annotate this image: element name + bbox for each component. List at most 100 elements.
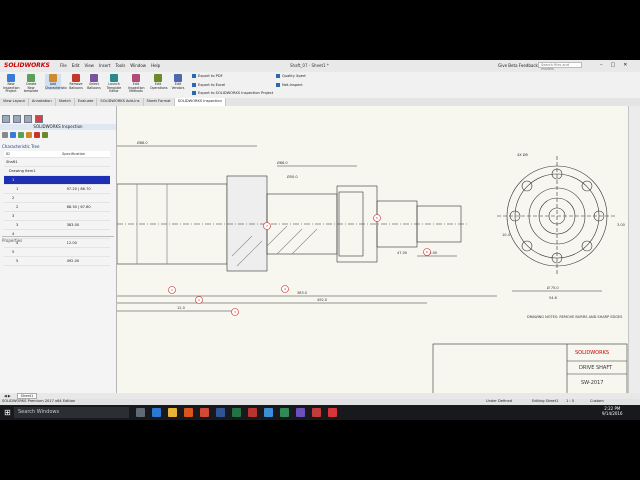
table-row[interactable]: 2 xyxy=(4,194,110,203)
menu-insert[interactable]: Insert xyxy=(99,63,110,68)
balloon[interactable]: 3 xyxy=(231,308,239,316)
table-row[interactable]: 5 492.00 xyxy=(4,257,110,266)
dimension-label[interactable]: Ø50.0 xyxy=(287,174,298,179)
taskbar-search[interactable]: Search Windows xyxy=(14,407,129,418)
dimension-label[interactable]: Ø68.0 xyxy=(277,160,288,165)
refresh-icon[interactable] xyxy=(18,132,24,138)
table-row[interactable]: 2 68.30 | 67.80 xyxy=(4,203,110,212)
tab-view-layout[interactable]: View Layout xyxy=(0,98,29,106)
menu-tools[interactable]: Tools xyxy=(115,63,125,68)
balloon[interactable]: 4 xyxy=(281,285,289,293)
edit-vendors-button[interactable]: Edit Vendors xyxy=(170,74,186,90)
excel-icon[interactable] xyxy=(232,408,241,417)
inspection-tab-icon[interactable] xyxy=(35,115,43,123)
table-row[interactable]: 1 97.20 | 86.70 xyxy=(4,185,110,194)
maximize-icon[interactable]: □ xyxy=(611,62,616,68)
tab-addins[interactable]: SOLIDWORKS Add-Ins xyxy=(97,98,144,106)
launch-template-editor-button[interactable]: Launch Template Editor xyxy=(106,74,122,94)
menu-help[interactable]: Help xyxy=(151,63,160,68)
tab-sheet-format[interactable]: Sheet Format xyxy=(144,98,175,106)
minimize-icon[interactable]: – xyxy=(600,62,603,68)
add-characteristic-button[interactable]: Add Characteristic xyxy=(45,74,67,91)
balloon[interactable]: 1 xyxy=(168,286,176,294)
solidworks-taskbar-icon[interactable] xyxy=(312,408,321,417)
edit-inspection-methods-button[interactable]: Edit Inspection Methods xyxy=(128,74,144,94)
app-icon[interactable] xyxy=(280,408,289,417)
table-row[interactable]: 1 xyxy=(4,176,110,185)
powerpoint-icon[interactable] xyxy=(200,408,209,417)
menu-window[interactable]: Window xyxy=(130,63,146,68)
specification-column-header[interactable]: Specification xyxy=(62,152,110,156)
svg-text:6: 6 xyxy=(426,250,428,254)
balloon[interactable]: 2 xyxy=(195,296,203,304)
status-units[interactable]: Custom xyxy=(590,399,604,403)
edge-icon[interactable] xyxy=(152,408,161,417)
dimension-label[interactable]: 10.4 xyxy=(502,233,511,237)
menu-view[interactable]: View xyxy=(84,63,94,68)
collapse-icon[interactable] xyxy=(2,132,8,138)
characteristic-table: ID Specification Shaft1 Drawing Item1 1 … xyxy=(4,151,110,266)
menu-edit[interactable]: Edit xyxy=(72,63,80,68)
edit-operations-button[interactable]: Edit Operations xyxy=(150,74,168,90)
dimension-label[interactable]: 54.6 xyxy=(549,296,557,300)
feature-tree-tab-icon[interactable] xyxy=(2,115,10,123)
sheet-nav-icon[interactable]: ◀ ▶ xyxy=(4,394,11,398)
bolt-hole xyxy=(521,180,533,192)
tab-annotation[interactable]: Annotation xyxy=(29,98,56,106)
balloon[interactable]: 6 xyxy=(423,248,431,256)
id-column-header[interactable]: ID xyxy=(4,152,62,156)
menu-file[interactable]: File xyxy=(60,63,67,68)
remove-balloons-button[interactable]: Remove Balloons xyxy=(68,74,84,90)
dimension-label[interactable]: 12.0 xyxy=(177,306,185,310)
tab-solidworks-inspection[interactable]: SOLIDWORKS Inspection xyxy=(174,98,226,106)
acrobat-icon[interactable] xyxy=(248,408,257,417)
close-icon[interactable]: ✕ xyxy=(623,62,627,68)
vertical-toolbar[interactable] xyxy=(628,106,640,398)
template-editor-icon xyxy=(110,74,118,82)
taskbar-clock[interactable]: 2:22 PM 9/14/2016 xyxy=(602,406,623,416)
dimension-label[interactable]: 383.0 xyxy=(297,291,307,295)
property-tab-icon[interactable] xyxy=(13,115,21,123)
info-icon[interactable] xyxy=(10,132,16,138)
search-input[interactable]: Search files and models xyxy=(538,62,582,71)
create-template-button[interactable]: Create New template xyxy=(23,74,39,94)
settings-icon[interactable] xyxy=(42,132,48,138)
dimension-label[interactable]: 47.00 xyxy=(397,251,407,255)
drawing-canvas[interactable]: Ø88.0 Ø68.0 Ø50.0 4X Ø8 383.0 12.0 492.0… xyxy=(116,106,628,398)
dimension-label[interactable]: Ø 75.0 xyxy=(547,285,559,290)
windows-start-icon[interactable]: ⊞ xyxy=(4,408,11,417)
tree-group[interactable]: Drawing Item1 xyxy=(4,167,110,176)
properties-label: Properties xyxy=(2,236,114,243)
export-pdf-link[interactable]: Export to PDF xyxy=(192,74,223,78)
solidworks-inspection-taskbar-icon[interactable] xyxy=(328,408,337,417)
tab-evaluate[interactable]: Evaluate xyxy=(75,98,98,106)
solidworks-logo: SOLIDWORKS xyxy=(4,62,50,69)
vlc-icon[interactable] xyxy=(184,408,193,417)
delete-icon[interactable] xyxy=(34,132,40,138)
dimension-label[interactable]: 492.0 xyxy=(317,298,327,302)
export-inspection-project-link[interactable]: Export to SOLIDWORKS Inspection Project xyxy=(192,91,273,95)
word-icon[interactable] xyxy=(216,408,225,417)
export-excel-link[interactable]: Export to Excel xyxy=(192,83,225,87)
balloon[interactable]: 5 xyxy=(373,214,381,222)
quality-xpert-link[interactable]: Quality Xpert xyxy=(276,74,306,78)
dimension-label[interactable]: Ø88.0 xyxy=(137,140,148,145)
balloon[interactable]: 7 xyxy=(263,222,271,230)
feedback-link[interactable]: Give Beta Feedback xyxy=(498,63,538,68)
tree-root[interactable]: Shaft1 xyxy=(4,158,110,167)
config-tab-icon[interactable] xyxy=(24,115,32,123)
table-row[interactable]: 3 383.00 xyxy=(4,221,110,230)
dimension-label[interactable]: 3.00 xyxy=(617,223,625,227)
balloon-icon[interactable] xyxy=(26,132,32,138)
new-inspection-project-button[interactable]: New Inspection Project xyxy=(3,74,19,94)
file-explorer-icon[interactable] xyxy=(168,408,177,417)
table-row[interactable]: 3 xyxy=(4,212,110,221)
table-row[interactable]: 5 xyxy=(4,248,110,257)
task-view-icon[interactable] xyxy=(136,408,145,417)
app-icon[interactable] xyxy=(296,408,305,417)
select-balloons-button[interactable]: Select Balloons xyxy=(86,74,102,90)
dimension-label[interactable]: 4X Ø8 xyxy=(517,152,528,157)
net-inspect-link[interactable]: Net-Inspect xyxy=(276,83,303,87)
app-icon[interactable] xyxy=(264,408,273,417)
tab-sketch[interactable]: Sketch xyxy=(56,98,75,106)
